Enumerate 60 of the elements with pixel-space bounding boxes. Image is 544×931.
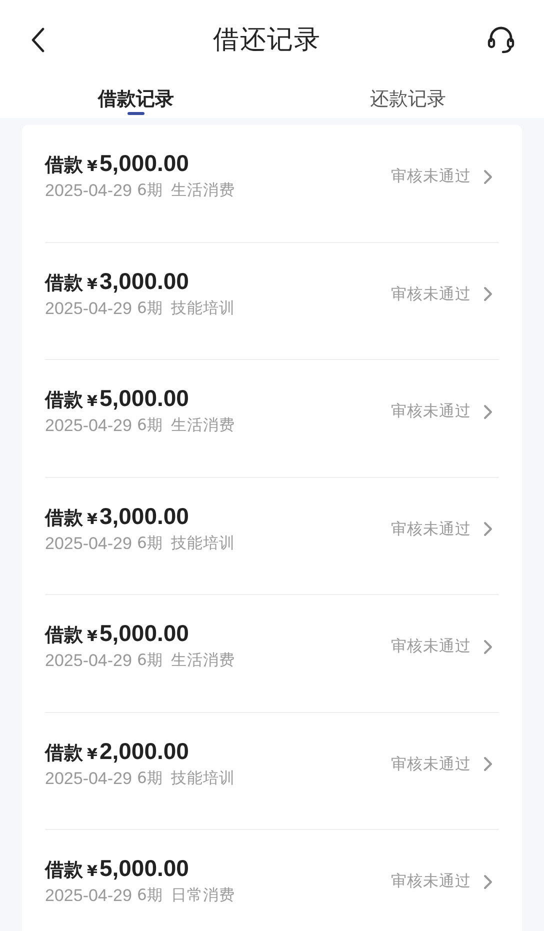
loan-date: 2025-04-29 (45, 885, 132, 908)
currency-sign: ¥ (87, 391, 98, 412)
loan-term: 6期 (136, 532, 163, 554)
loan-date: 2025-04-29 (45, 768, 132, 790)
currency-sign: ¥ (87, 508, 98, 530)
status-text: 审核未通过 (391, 636, 471, 657)
loan-amount: 5,000.00 (99, 619, 189, 648)
chevron-right-icon[interactable] (483, 756, 493, 772)
currency-sign: ¥ (87, 744, 98, 764)
status-text: 审核未通过 (391, 284, 471, 304)
chevron-right-icon[interactable] (483, 638, 493, 655)
loan-date: 2025-04-29 (45, 180, 132, 202)
loan-label: 借款 (45, 623, 83, 648)
status-text: 审核未通过 (391, 166, 471, 187)
status-text: 审核未通过 (391, 518, 471, 540)
loan-term: 6期 (136, 885, 163, 906)
headset-icon[interactable] (486, 25, 516, 55)
loan-label: 借款 (45, 858, 83, 883)
loan-date: 2025-04-29 (45, 532, 132, 555)
loan-amount: 5,000.00 (99, 854, 189, 883)
status-text: 审核未通过 (391, 401, 471, 422)
loan-date: 2025-04-29 (45, 298, 132, 320)
tab[interactable]: 还款记录 (368, 80, 448, 118)
loan-label: 借款 (45, 388, 83, 413)
loan-amount: 2,000.00 (99, 736, 189, 766)
loan-purpose: 技能培训 (170, 298, 235, 319)
loan-amount: 5,000.00 (99, 384, 189, 413)
currency-sign: ¥ (87, 861, 98, 882)
status-text: 审核未通过 (391, 871, 471, 892)
loan-term: 6期 (136, 298, 163, 319)
chevron-right-icon[interactable] (483, 521, 493, 538)
chevron-right-icon[interactable] (483, 168, 493, 185)
loan-purpose: 生活消费 (170, 415, 235, 436)
loan-label: 借款 (45, 506, 83, 530)
loan-amount: 3,000.00 (99, 502, 189, 530)
currency-sign: ¥ (87, 156, 98, 177)
loan-term: 6期 (136, 415, 163, 436)
currency-sign: ¥ (87, 274, 98, 294)
chevron-right-icon[interactable] (483, 286, 493, 302)
loan-purpose: 技能培训 (170, 532, 235, 554)
loan-purpose: 生活消费 (170, 180, 235, 202)
loan-purpose: 技能培训 (170, 768, 235, 789)
loan-date: 2025-04-29 (45, 415, 132, 438)
loan-date: 2025-04-29 (45, 650, 132, 672)
loan-amount: 5,000.00 (99, 149, 189, 178)
loan-label: 借款 (45, 270, 83, 296)
loan-term: 6期 (136, 180, 163, 202)
loan-label: 借款 (45, 740, 83, 766)
tab[interactable]: 借款记录 (96, 80, 176, 118)
loan-purpose: 日常消费 (170, 885, 235, 906)
chevron-right-icon[interactable] (483, 874, 493, 890)
loan-term: 6期 (136, 650, 163, 672)
loan-purpose: 生活消费 (170, 650, 235, 672)
currency-sign: ¥ (87, 626, 98, 647)
status-text: 审核未通过 (391, 754, 471, 774)
loan-label: 借款 (45, 153, 83, 178)
page-title: 借还记录 (213, 24, 321, 56)
loan-amount: 3,000.00 (99, 266, 189, 296)
loan-term: 6期 (136, 768, 163, 789)
chevron-right-icon[interactable] (483, 404, 493, 420)
